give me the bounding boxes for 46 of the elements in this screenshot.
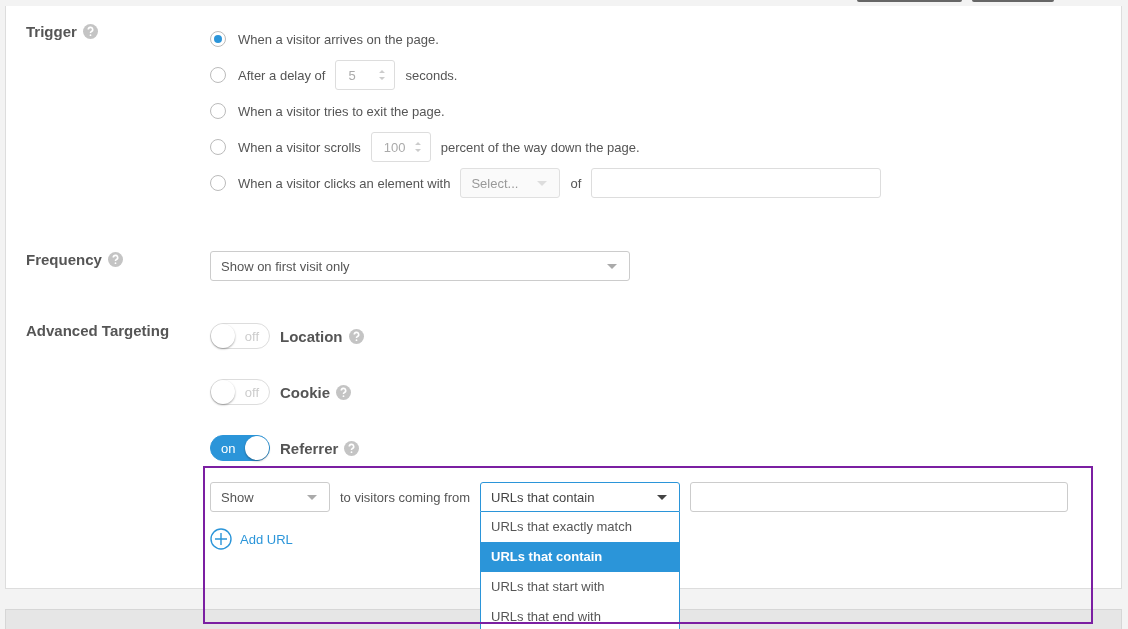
option-label: When a visitor clicks an element with	[238, 175, 451, 191]
radio-button[interactable]	[210, 103, 226, 119]
option-label: When a visitor arrives on the page.	[238, 31, 439, 47]
option-label: After a delay of	[238, 67, 326, 83]
option-label: percent of the way down the page.	[440, 139, 640, 155]
toggle-switch[interactable]: on	[210, 435, 270, 461]
dropdown-option[interactable]: URLs that exactly match	[481, 512, 680, 542]
help-icon[interactable]	[107, 251, 123, 267]
option-label: of	[570, 175, 582, 191]
option-label: When a visitor scrolls	[238, 139, 361, 155]
stepper-arrows-icon[interactable]	[378, 67, 387, 83]
dropdown-option[interactable]: URLs that start with	[481, 572, 680, 602]
dropdown-option[interactable]: URLs that contain	[481, 542, 680, 572]
caret-icon	[307, 494, 317, 500]
caret-icon	[657, 494, 668, 500]
section-label: Advanced Targeting	[26, 321, 170, 339]
option-label: seconds.	[405, 67, 458, 83]
radio-button[interactable]	[210, 139, 226, 155]
add-url-link[interactable]: Add URL	[240, 531, 293, 547]
frequency-select[interactable]: Show on first visit only	[210, 251, 630, 281]
show-select[interactable]: Show	[210, 482, 330, 512]
stepper-arrows-icon[interactable]	[413, 139, 422, 155]
help-icon[interactable]	[336, 384, 351, 400]
radio-button[interactable]	[210, 175, 226, 191]
rule-text: to visitors coming from	[340, 489, 471, 505]
element-input-field[interactable]	[591, 168, 882, 198]
section-label: Frequency	[26, 250, 102, 268]
match-select[interactable]: URLs that contain	[480, 482, 681, 512]
help-icon[interactable]	[348, 328, 364, 344]
url-input-field[interactable]	[690, 482, 1069, 512]
add-icon[interactable]	[210, 528, 232, 550]
radio-button[interactable]	[210, 31, 226, 47]
help-icon[interactable]	[82, 23, 98, 39]
number-field[interactable]: 5	[335, 60, 396, 90]
toggle-label: Cookie	[280, 383, 330, 401]
option-label: When a visitor tries to exit the page.	[238, 103, 445, 119]
help-icon[interactable]	[344, 440, 360, 456]
radio-button[interactable]	[210, 67, 226, 83]
dropdown-option[interactable]: URLs that end with	[481, 602, 680, 629]
toggle-label: Referrer	[280, 439, 339, 457]
toggle-label: Location	[280, 327, 343, 345]
element-select[interactable]: Select...	[460, 168, 561, 198]
caret-icon	[607, 263, 617, 269]
number-field[interactable]: 100	[370, 132, 431, 162]
caret-icon	[537, 180, 548, 186]
section-label: Trigger	[26, 22, 77, 40]
